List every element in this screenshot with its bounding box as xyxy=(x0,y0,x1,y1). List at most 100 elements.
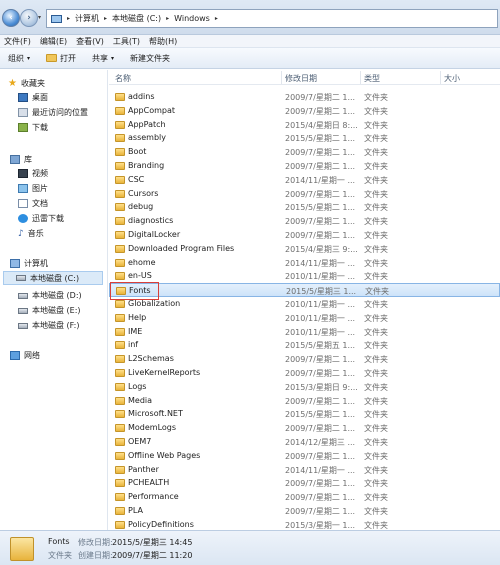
menu-edit[interactable]: 编辑(E) xyxy=(40,36,67,47)
table-row[interactable]: ehome 2014/11/星期一 ... 文件夹 xyxy=(109,256,500,270)
recent-pages-dropdown-icon[interactable]: ▾ xyxy=(38,14,41,21)
open-button[interactable]: 打开 xyxy=(46,53,76,64)
nav-documents[interactable]: 文档 xyxy=(18,198,48,209)
table-row[interactable]: L2Schemas 2009/7/星期二 1... 文件夹 xyxy=(109,352,500,366)
forward-button[interactable]: › xyxy=(20,9,38,27)
column-name[interactable]: 名称 xyxy=(115,73,131,84)
table-row[interactable]: IME 2010/11/星期一 ... 文件夹 xyxy=(109,325,500,339)
table-row[interactable]: LiveKernelReports 2009/7/星期二 1... 文件夹 xyxy=(109,366,500,380)
table-row[interactable]: Cursors 2009/7/星期二 1... 文件夹 xyxy=(109,187,500,201)
nav-music[interactable]: ♪ 音乐 xyxy=(18,228,44,239)
file-name: ehome xyxy=(128,257,156,267)
file-type: 文件夹 xyxy=(364,120,388,130)
table-row[interactable]: AppCompat 2009/7/星期二 1... 文件夹 xyxy=(109,104,500,118)
column-type[interactable]: 类型 xyxy=(364,73,380,84)
nav-favorites-label: 收藏夹 xyxy=(20,79,45,88)
folder-icon xyxy=(115,244,125,253)
table-row[interactable]: debug 2015/5/星期二 1... 文件夹 xyxy=(109,200,500,214)
library-icon xyxy=(10,155,20,164)
column-size[interactable]: 大小 xyxy=(444,73,460,84)
table-row[interactable]: Help 2010/11/星期一 ... 文件夹 xyxy=(109,311,500,325)
table-row[interactable]: inf 2015/5/星期五 1... 文件夹 xyxy=(109,338,500,352)
table-row[interactable]: Logs 2015/3/星期日 9:... 文件夹 xyxy=(109,380,500,394)
menu-view[interactable]: 查看(V) xyxy=(76,36,104,47)
nav-documents-label: 文档 xyxy=(32,199,48,208)
organize-button[interactable]: 组织 ▾ xyxy=(8,53,30,64)
nav-drive-c[interactable]: 本地磁盘 (C:) xyxy=(3,271,103,285)
table-row[interactable]: Offline Web Pages 2009/7/星期二 1... 文件夹 xyxy=(109,449,500,463)
breadcrumb-separator[interactable]: ▸ xyxy=(67,15,70,22)
nav-favorites[interactable]: ★ 收藏夹 xyxy=(8,78,45,89)
nav-drive-f[interactable]: 本地磁盘 (F:) xyxy=(18,320,79,331)
nav-thunder-label: 迅雷下载 xyxy=(32,214,64,223)
table-row[interactable]: addins 2009/7/星期二 1... 文件夹 xyxy=(109,90,500,104)
table-row[interactable]: Media 2009/7/星期二 1... 文件夹 xyxy=(109,394,500,408)
table-row[interactable]: diagnostics 2009/7/星期二 1... 文件夹 xyxy=(109,214,500,228)
table-row[interactable]: ModemLogs 2009/7/星期二 1... 文件夹 xyxy=(109,421,500,435)
column-date[interactable]: 修改日期 xyxy=(285,73,317,84)
file-name: PLA xyxy=(128,506,143,515)
breadcrumb-computer[interactable]: 计算机 xyxy=(75,13,99,24)
table-row[interactable]: AppPatch 2015/4/星期日 8:... 文件夹 xyxy=(109,118,500,132)
table-row[interactable]: Panther 2014/11/星期一 ... 文件夹 xyxy=(109,463,500,477)
nav-desktop[interactable]: 桌面 xyxy=(18,92,48,103)
table-row[interactable]: DigitalLocker 2009/7/星期二 1... 文件夹 xyxy=(109,228,500,242)
breadcrumb-separator[interactable]: ▸ xyxy=(215,15,218,22)
column-divider[interactable] xyxy=(281,71,282,84)
table-row[interactable]: CSC 2014/11/星期一 ... 文件夹 xyxy=(109,173,500,187)
column-divider[interactable] xyxy=(440,71,441,84)
nav-videos[interactable]: 视频 xyxy=(18,168,48,179)
table-row[interactable]: en-US 2010/11/星期一 ... 文件夹 xyxy=(109,269,500,283)
table-row[interactable]: Globalization 2010/11/星期一 ... 文件夹 xyxy=(109,297,500,311)
file-name: en-US xyxy=(128,271,152,281)
nav-recent-places[interactable]: 最近访问的位置 xyxy=(18,107,88,118)
menu-help[interactable]: 帮助(H) xyxy=(149,36,177,47)
file-name: Media xyxy=(128,395,153,405)
breadcrumb-separator[interactable]: ▸ xyxy=(166,15,169,22)
column-divider[interactable] xyxy=(360,71,361,84)
file-type: 文件夹 xyxy=(364,410,388,420)
table-row[interactable]: Microsoft.NET 2015/5/星期二 1... 文件夹 xyxy=(109,407,500,421)
file-modified-date: 2015/3/星期日 9:... xyxy=(285,382,358,392)
back-button[interactable]: ‹ xyxy=(2,9,20,27)
table-row-selected[interactable]: Fonts 2015/5/星期三 1... 文件夹 xyxy=(109,282,500,301)
file-type: 文件夹 xyxy=(365,287,389,297)
nav-computer[interactable]: 计算机 xyxy=(10,258,48,269)
folder-icon xyxy=(115,465,125,474)
menu-file[interactable]: 文件(F) xyxy=(4,36,31,47)
table-row[interactable]: PCHEALTH 2009/7/星期二 1... 文件夹 xyxy=(109,476,500,490)
table-row[interactable]: Downloaded Program Files 2015/4/星期三 9:...… xyxy=(109,242,500,256)
table-row[interactable]: Performance 2009/7/星期二 1... 文件夹 xyxy=(109,490,500,504)
desktop-icon xyxy=(18,93,28,102)
address-bar[interactable]: ▸ 计算机 ▸ 本地磁盘 (C:) ▸ Windows ▸ xyxy=(46,9,498,28)
menu-tools[interactable]: 工具(T) xyxy=(113,36,140,47)
table-row[interactable]: assembly 2015/5/星期二 1... 文件夹 xyxy=(109,131,500,145)
file-name: Downloaded Program Files xyxy=(128,243,235,253)
computer-icon xyxy=(10,259,20,268)
table-row[interactable]: OEM7 2014/12/星期三 ... 文件夹 xyxy=(109,435,500,449)
nav-libraries[interactable]: 库 xyxy=(10,154,32,165)
share-button[interactable]: 共享 ▾ xyxy=(92,53,114,64)
folder-icon xyxy=(46,54,58,62)
file-type: 文件夹 xyxy=(364,355,388,365)
breadcrumb-windows[interactable]: Windows xyxy=(174,14,210,23)
nav-thunder-downloads[interactable]: 迅雷下载 xyxy=(18,213,64,224)
table-row[interactable]: PLA 2009/7/星期二 1... 文件夹 xyxy=(109,504,500,518)
new-folder-button[interactable]: 新建文件夹 xyxy=(130,53,170,64)
folder-icon xyxy=(115,327,125,336)
nav-network[interactable]: 网络 xyxy=(10,350,40,361)
file-name: PCHEALTH xyxy=(128,478,170,488)
file-modified-date: 2010/11/星期一 ... xyxy=(285,272,356,282)
nav-pictures[interactable]: 图片 xyxy=(18,183,48,194)
navigation-pane: ★ 收藏夹 桌面 最近访问的位置 下载 库 视频 图片 文档 迅雷下载 ♪ 音乐… xyxy=(0,70,108,530)
nav-downloads[interactable]: 下载 xyxy=(18,122,48,133)
nav-downloads-label: 下载 xyxy=(32,123,48,132)
nav-drive-d[interactable]: 本地磁盘 (D:) xyxy=(18,290,82,301)
breadcrumb-separator[interactable]: ▸ xyxy=(104,15,107,22)
table-row[interactable]: Boot 2009/7/星期二 1... 文件夹 xyxy=(109,145,500,159)
file-name: OEM7 xyxy=(128,437,152,446)
chevron-down-icon: ▾ xyxy=(111,54,115,62)
nav-drive-e[interactable]: 本地磁盘 (E:) xyxy=(18,305,81,316)
breadcrumb-drive-c[interactable]: 本地磁盘 (C:) xyxy=(112,13,161,24)
table-row[interactable]: Branding 2009/7/星期二 1... 文件夹 xyxy=(109,159,500,173)
